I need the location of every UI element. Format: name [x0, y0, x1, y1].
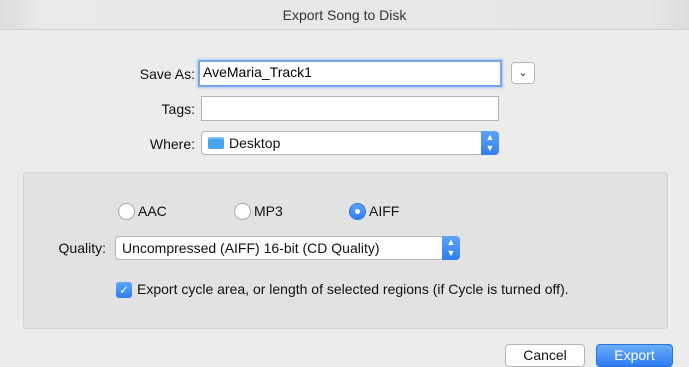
window-title: Export Song to Disk — [0, 0, 689, 30]
radio-aac[interactable]: AAC — [118, 203, 167, 220]
radio-aac-label: AAC — [138, 203, 167, 219]
radio-button-off — [118, 203, 135, 220]
radio-aiff-label: AIFF — [369, 203, 400, 219]
radio-button-on — [349, 203, 366, 220]
save-as-label: Save As: — [139, 66, 195, 82]
save-as-value: AveMaria_Track1 — [203, 64, 312, 80]
radio-mp3-label: MP3 — [254, 203, 283, 219]
export-button[interactable]: Export — [596, 344, 673, 367]
export-cycle-label: Export cycle area, or length of selected… — [137, 281, 569, 297]
radio-aiff[interactable]: AIFF — [349, 203, 399, 220]
save-as-field[interactable]: AveMaria_Track1 — [198, 60, 502, 87]
radio-mp3[interactable]: MP3 — [234, 203, 283, 220]
popup-stepper-icon: ▲ ▼ — [442, 236, 460, 260]
where-label: Where: — [149, 136, 195, 152]
radio-button-off — [234, 203, 251, 220]
folder-icon — [208, 137, 224, 149]
quality-value: Uncompressed (AIFF) 16-bit (CD Quality) — [122, 240, 380, 256]
tags-label: Tags: — [161, 101, 195, 117]
where-value: Desktop — [229, 135, 281, 151]
export-cycle-checkbox[interactable]: ✓ — [116, 282, 132, 298]
cancel-button[interactable]: Cancel — [505, 344, 585, 367]
chevron-down-icon: ⌄ — [518, 67, 528, 79]
tags-field[interactable] — [201, 96, 499, 121]
checkmark-icon: ✓ — [118, 283, 130, 297]
quality-popup[interactable]: Uncompressed (AIFF) 16-bit (CD Quality) … — [115, 236, 460, 260]
where-popup[interactable]: Desktop ▲ ▼ — [201, 131, 499, 155]
expand-dialog-button[interactable]: ⌄ — [511, 62, 535, 84]
popup-stepper-icon: ▲ ▼ — [481, 131, 499, 155]
quality-label: Quality: — [58, 240, 106, 256]
